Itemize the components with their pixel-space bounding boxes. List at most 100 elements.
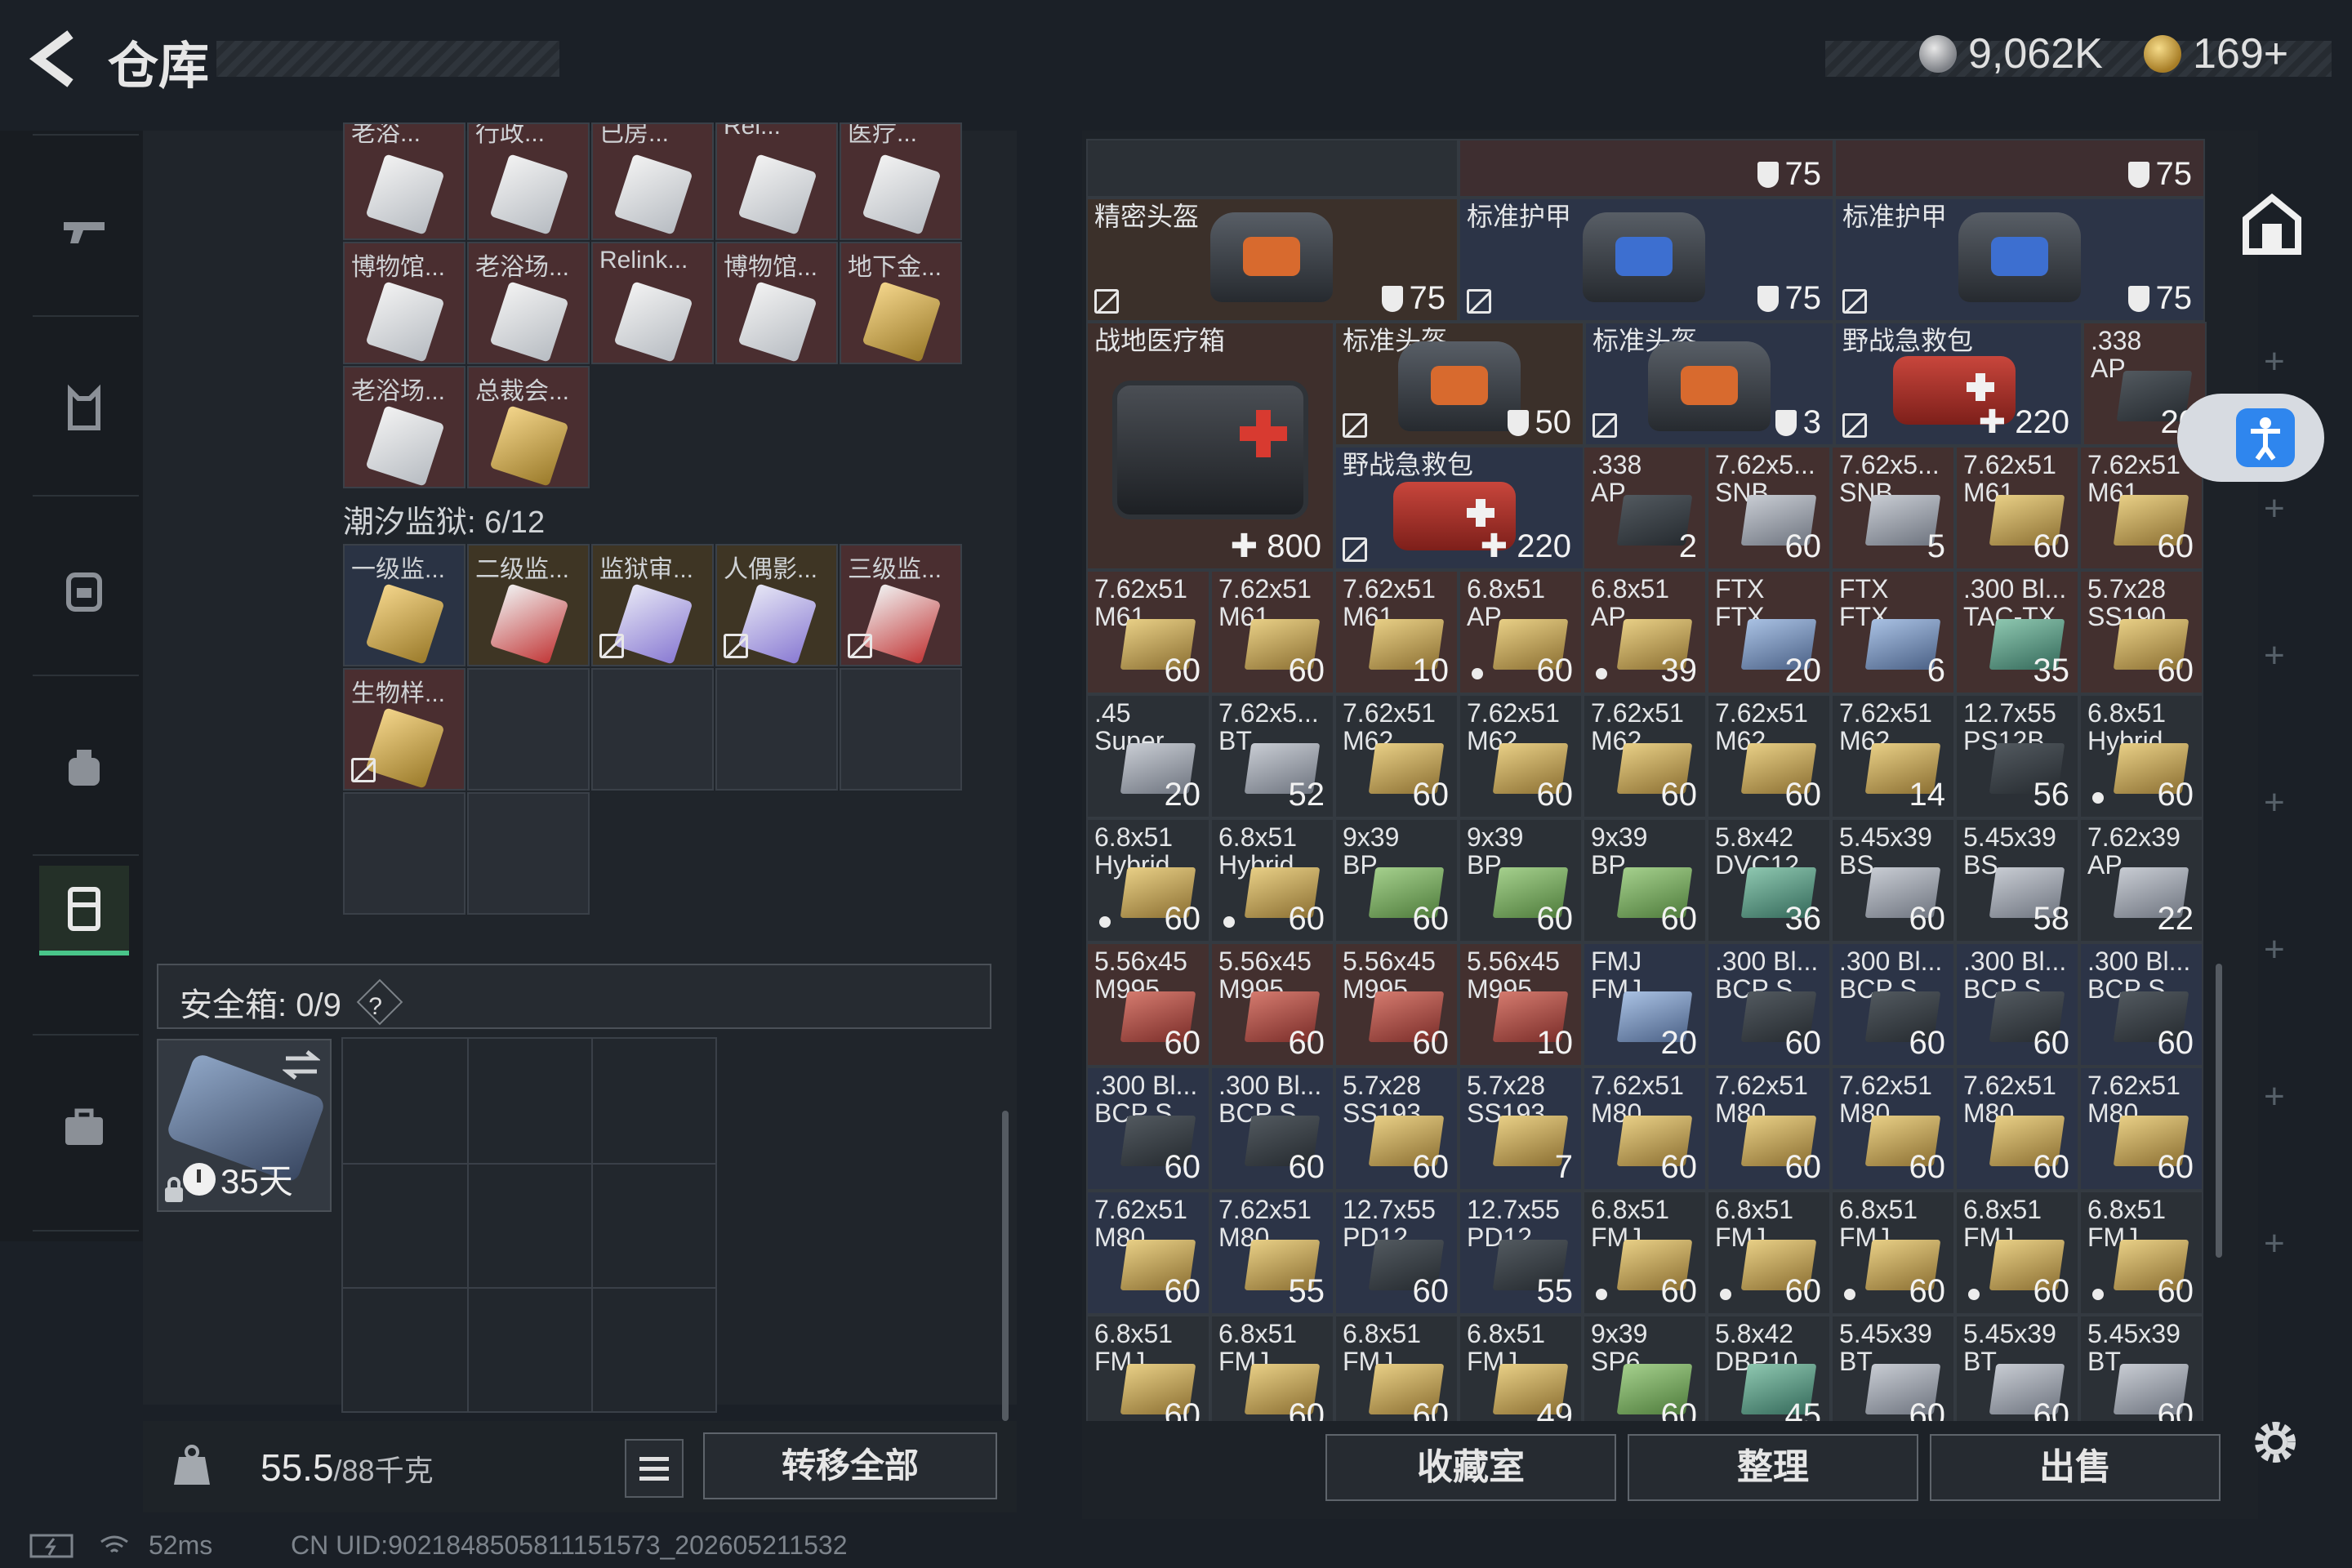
helmet-item[interactable]: 精密头盔 75 bbox=[1086, 198, 1459, 322]
ammo-item[interactable]: 9x39 BP 60 bbox=[1334, 818, 1459, 942]
ammo-item[interactable]: 5.56x45 M995 60 bbox=[1210, 942, 1334, 1067]
stash-slot[interactable]: 75 bbox=[1834, 139, 2205, 198]
sell-button[interactable]: 出售 bbox=[1930, 1434, 2221, 1501]
ammo-item[interactable]: 7.62x51 M80 60 bbox=[1707, 1067, 1831, 1191]
key-card-slot[interactable]: 总裁会... bbox=[467, 366, 590, 488]
ammo-item[interactable]: 5.45x39 BS 60 bbox=[1831, 818, 1955, 942]
nav-weapons[interactable] bbox=[39, 186, 129, 276]
key-card-slot[interactable]: 人偶影... bbox=[715, 544, 838, 666]
add-slot-icon[interactable]: + bbox=[2264, 929, 2285, 970]
ammo-item[interactable]: 7.62x5... SNB 5 bbox=[1831, 446, 1955, 570]
nav-armor[interactable] bbox=[39, 364, 129, 454]
ammo-item[interactable]: 5.56x45 M995 60 bbox=[1086, 942, 1210, 1067]
ammo-item[interactable]: 6.8x51 Hybrid 60 bbox=[1086, 818, 1210, 942]
ammo-item[interactable]: 6.8x51 AP 60 bbox=[1459, 570, 1583, 694]
key-card-slot[interactable]: 医疗... bbox=[840, 122, 962, 240]
key-card-slot[interactable]: 二级监... bbox=[467, 544, 590, 666]
ammo-item[interactable]: 5.45x39 BT 60 bbox=[1955, 1315, 2079, 1421]
first-aid-item[interactable]: 野战急救包 ✚ 220 bbox=[1334, 446, 1584, 570]
ammo-item[interactable]: 7.62x51 M80 60 bbox=[1955, 1067, 2079, 1191]
list-view-button[interactable] bbox=[625, 1439, 684, 1498]
ammo-item[interactable]: 7.62x51 M80 60 bbox=[1583, 1067, 1707, 1191]
ammo-item[interactable]: 6.8x51 FMJ 49 bbox=[1459, 1315, 1583, 1421]
ammo-item[interactable]: 5.56x45 M995 60 bbox=[1334, 942, 1459, 1067]
left-scrollbar[interactable] bbox=[1002, 1111, 1009, 1421]
ammo-item[interactable]: FTX FTX 6 bbox=[1831, 570, 1955, 694]
key-card-slot[interactable]: 地下金... bbox=[840, 242, 962, 364]
ammo-item[interactable]: 7.62x5... BT 52 bbox=[1210, 694, 1334, 818]
empty-slot[interactable] bbox=[467, 668, 590, 791]
ammo-item[interactable]: 7.62x51 M61 60 bbox=[1955, 446, 2079, 570]
key-card-slot[interactable]: 一级监... bbox=[343, 544, 466, 666]
ammo-item[interactable]: .300 Bl... BCP S... 60 bbox=[2079, 942, 2203, 1067]
ammo-item[interactable]: 7.62x51 M62 60 bbox=[1707, 694, 1831, 818]
ammo-item[interactable]: .300 Bl... BCP S... 60 bbox=[1831, 942, 1955, 1067]
armor-item[interactable]: 标准护甲 75 bbox=[1459, 198, 1834, 322]
stash-slot[interactable]: 75 bbox=[1459, 139, 1834, 198]
ammo-item[interactable]: 6.8x51 Hybrid 60 bbox=[1210, 818, 1334, 942]
ammo-item[interactable]: 7.62x51 M61 10 bbox=[1334, 570, 1459, 694]
ammo-item[interactable]: 7.62x51 M62 60 bbox=[1583, 694, 1707, 818]
ammo-item[interactable]: 7.62x51 M61 60 bbox=[1086, 570, 1210, 694]
ammo-item[interactable]: 6.8x51 Hybrid 60 bbox=[2079, 694, 2203, 818]
help-icon[interactable]: ? bbox=[356, 978, 403, 1026]
ammo-item[interactable]: 9x39 SP6 60 bbox=[1583, 1315, 1707, 1421]
currency-silver[interactable]: 9,062K bbox=[1919, 29, 2103, 78]
ammo-item[interactable]: 5.56x45 M995 10 bbox=[1459, 942, 1583, 1067]
settings-gear-icon[interactable] bbox=[2246, 1413, 2305, 1472]
ammo-item[interactable]: 7.62x51 M80 55 bbox=[1210, 1191, 1334, 1315]
ammo-item[interactable]: 5.7x28 SS190 60 bbox=[2079, 570, 2203, 694]
sort-button[interactable]: 整理 bbox=[1628, 1434, 1918, 1501]
ammo-item[interactable]: 6.8x51 FMJ 60 bbox=[1583, 1191, 1707, 1315]
key-card-slot[interactable]: 已房... bbox=[591, 122, 714, 240]
key-card-slot[interactable]: 博物馆... bbox=[343, 242, 466, 364]
ammo-item[interactable]: 9x39 BP 60 bbox=[1459, 818, 1583, 942]
ammo-item[interactable]: 7.62x51 M62 60 bbox=[1334, 694, 1459, 818]
collection-room-button[interactable]: 收藏室 bbox=[1325, 1434, 1616, 1501]
helmet-item[interactable]: 标准头盔 50 bbox=[1334, 322, 1584, 446]
ammo-item[interactable]: 6.8x51 FMJ 60 bbox=[1955, 1191, 2079, 1315]
ammo-item[interactable]: 7.62x39 AP 22 bbox=[2079, 818, 2203, 942]
key-card-slot[interactable]: Relink... bbox=[591, 242, 714, 364]
ammo-item[interactable]: .338 AP 2 bbox=[1583, 446, 1707, 570]
key-card-slot[interactable]: 老浴场... bbox=[343, 366, 466, 488]
key-card-slot[interactable]: Rel... bbox=[715, 122, 838, 240]
ammo-item[interactable]: 6.8x51 FMJ 60 bbox=[1086, 1315, 1210, 1421]
storage-room-icon[interactable] bbox=[2238, 189, 2306, 258]
ammo-item[interactable]: 12.7x55 PS12B 56 bbox=[1955, 694, 2079, 818]
ammo-item[interactable]: .45 Super 20 bbox=[1086, 694, 1210, 818]
key-card-slot[interactable]: 老浴场... bbox=[467, 242, 590, 364]
empty-slot[interactable] bbox=[715, 668, 838, 791]
safebox-slot[interactable]: 35天 bbox=[157, 1039, 332, 1212]
stash-slot[interactable] bbox=[1086, 139, 1459, 198]
swap-icon[interactable] bbox=[283, 1049, 320, 1081]
empty-slot[interactable] bbox=[343, 792, 466, 915]
ammo-item[interactable]: 7.62x51 M61 60 bbox=[2079, 446, 2203, 570]
ammo-item[interactable]: 6.8x51 FMJ 60 bbox=[1707, 1191, 1831, 1315]
helmet-item[interactable]: 标准头盔 3 bbox=[1584, 322, 1834, 446]
empty-slot[interactable] bbox=[467, 792, 590, 915]
ammo-item[interactable]: 6.8x51 AP 39 bbox=[1583, 570, 1707, 694]
ammo-item[interactable]: 7.62x51 M80 60 bbox=[1831, 1067, 1955, 1191]
ammo-item[interactable]: 5.45x39 BT 60 bbox=[1831, 1315, 1955, 1421]
ammo-item[interactable]: 5.45x39 BT 60 bbox=[2079, 1315, 2203, 1421]
ammo-item[interactable]: 5.45x39 BS 58 bbox=[1955, 818, 2079, 942]
ammo-item[interactable]: 7.62x5... SNB 60 bbox=[1707, 446, 1831, 570]
key-card-slot[interactable]: 监狱审... bbox=[591, 544, 714, 666]
stash-scrollbar[interactable] bbox=[2216, 964, 2222, 1258]
ammo-item[interactable]: 6.8x51 FMJ 60 bbox=[1334, 1315, 1459, 1421]
safebox-grid[interactable] bbox=[341, 1037, 717, 1413]
add-slot-icon[interactable]: + bbox=[2264, 1076, 2285, 1117]
ammo-item[interactable]: 7.62x51 M80 60 bbox=[2079, 1067, 2203, 1191]
ammo-item[interactable]: .300 Bl... BCP S... 60 bbox=[1955, 942, 2079, 1067]
ammo-item[interactable]: 5.8x42 DBP10 45 bbox=[1707, 1315, 1831, 1421]
ammo-item[interactable]: 6.8x51 FMJ 60 bbox=[1210, 1315, 1334, 1421]
transfer-all-button[interactable]: 转移全部 bbox=[703, 1432, 997, 1499]
key-card-slot[interactable]: 老浴... bbox=[343, 122, 466, 240]
ammo-item[interactable]: .300 Bl... TAC-TX 35 bbox=[1955, 570, 2079, 694]
ammo-item[interactable]: 7.62x51 M80 60 bbox=[1086, 1191, 1210, 1315]
ammo-item[interactable]: 5.7x28 SS193 7 bbox=[1459, 1067, 1583, 1191]
currency-gold[interactable]: 169+ bbox=[2144, 29, 2288, 78]
ammo-item[interactable]: FTX FTX 20 bbox=[1707, 570, 1831, 694]
nav-rig[interactable] bbox=[39, 724, 129, 813]
